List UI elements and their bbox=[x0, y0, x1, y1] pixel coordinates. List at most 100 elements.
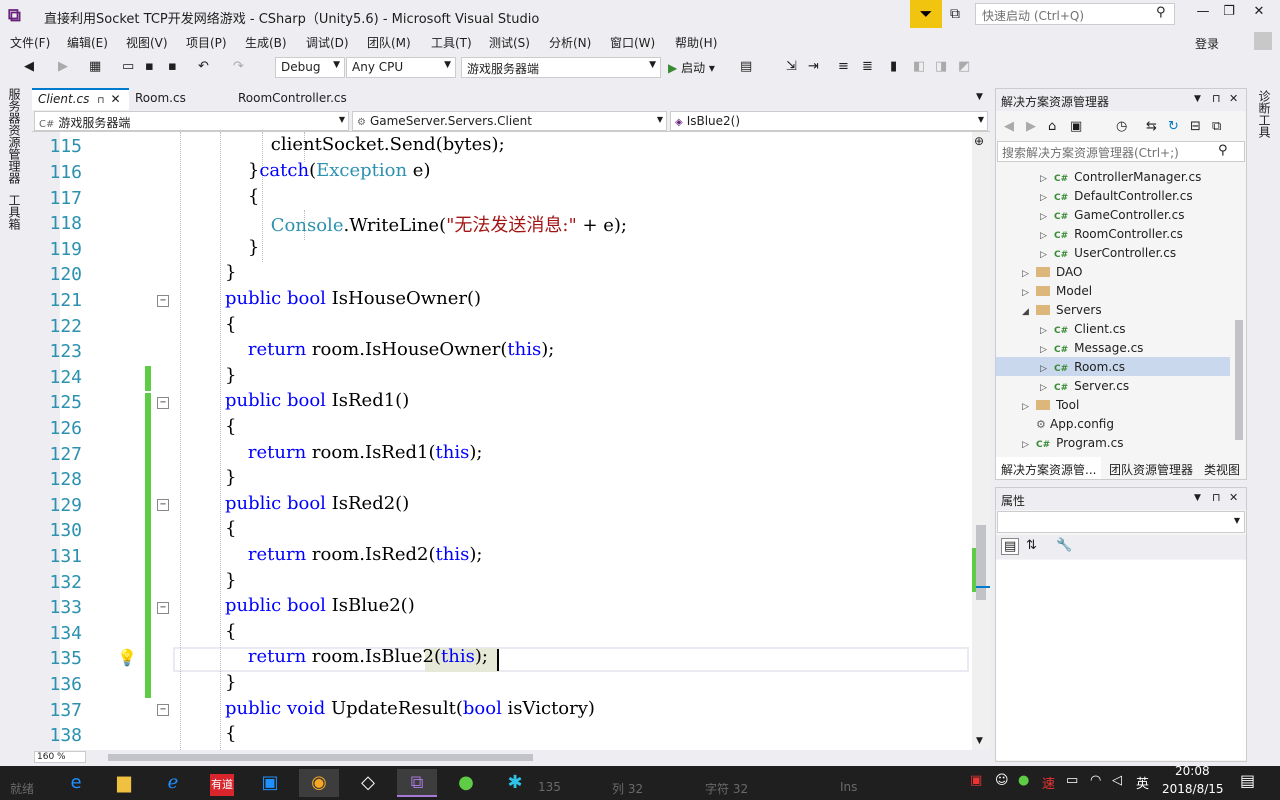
tray-speed-icon[interactable]: 速 bbox=[1042, 773, 1055, 792]
new-project-icon[interactable]: ▦ bbox=[89, 59, 101, 74]
property-pages-icon[interactable]: 🔧 bbox=[1056, 538, 1072, 553]
solution-explorer-search[interactable]: 搜索解决方案资源管理器(Ctrl+;) bbox=[997, 141, 1245, 162]
code-line[interactable]: public void UpdateResult(bool isVictory) bbox=[225, 698, 595, 719]
show-all-files-icon[interactable]: ⧉ bbox=[1212, 119, 1221, 134]
maximize-button[interactable]: ❐ bbox=[1214, 4, 1244, 19]
login-link[interactable]: 登录 bbox=[1195, 35, 1219, 52]
tab-team-explorer[interactable]: 团队资源管理器 bbox=[1104, 457, 1198, 479]
solution-config-select[interactable]: Debug ▼ bbox=[275, 57, 345, 78]
tab-class-view[interactable]: 类视图 bbox=[1199, 457, 1245, 479]
class-nav-select[interactable]: ⚙ GameServer.Servers.Client ▼ bbox=[352, 111, 667, 131]
tree-item-program[interactable]: ▷ C# Program.cs bbox=[1022, 434, 1123, 453]
action-center-icon[interactable]: ▤ bbox=[1240, 771, 1255, 790]
lightbulb-icon[interactable]: 💡 bbox=[117, 648, 137, 667]
store-icon[interactable]: ▣ bbox=[250, 769, 290, 797]
ime-indicator[interactable]: 英 bbox=[1136, 773, 1149, 792]
tray-app-icon[interactable]: ● bbox=[1018, 773, 1029, 788]
code-line[interactable]: public bool IsRed1() bbox=[225, 390, 409, 411]
menu-test[interactable]: 测试(S) bbox=[489, 34, 530, 51]
account-avatar[interactable] bbox=[1254, 32, 1272, 50]
sync-icon[interactable]: ⇆ bbox=[1146, 119, 1157, 134]
open-file-icon[interactable]: ▭ bbox=[122, 59, 134, 74]
unity-icon[interactable]: ◇ bbox=[348, 769, 388, 797]
startup-project-select[interactable]: 游戏服务器端 ▼ bbox=[461, 57, 661, 78]
code-line[interactable]: { bbox=[225, 314, 236, 335]
code-line[interactable]: { bbox=[225, 186, 259, 207]
menu-edit[interactable]: 编辑(E) bbox=[67, 34, 108, 51]
menu-team[interactable]: 团队(M) bbox=[367, 34, 411, 51]
undo-icon[interactable]: ↶ bbox=[198, 59, 209, 74]
comment-icon[interactable]: ≡ bbox=[838, 59, 849, 74]
tree-item-servers[interactable]: ◢ Servers bbox=[1022, 301, 1102, 320]
notification-filter-icon[interactable]: ⏷ bbox=[910, 0, 942, 28]
chrome-icon[interactable]: ◉ bbox=[299, 769, 339, 797]
pin-icon[interactable]: ⊓ bbox=[1212, 92, 1221, 105]
quick-launch-input[interactable]: 快速启动 (Ctrl+Q) bbox=[975, 3, 1175, 25]
code-line[interactable]: { bbox=[225, 723, 236, 744]
collapse-icon[interactable]: ◢ bbox=[1022, 303, 1036, 322]
collapse-toggle[interactable]: − bbox=[157, 499, 169, 511]
menu-tools[interactable]: 工具(T) bbox=[431, 34, 472, 51]
code-line[interactable]: } bbox=[225, 237, 259, 258]
code-line[interactable]: Console.WriteLine("无法发送消息:" + e); bbox=[225, 211, 627, 237]
tree-item-usercontroller[interactable]: ▷ C# UserController.cs bbox=[1040, 244, 1176, 263]
tree-item-model[interactable]: ▷ Model bbox=[1022, 282, 1092, 301]
menu-help[interactable]: 帮助(H) bbox=[675, 34, 717, 51]
split-icon[interactable]: ⊕ bbox=[974, 134, 984, 148]
server-explorer-tab[interactable]: 服务器资源管理器 bbox=[6, 88, 23, 184]
collapse-toggle[interactable]: − bbox=[157, 704, 169, 716]
code-line[interactable]: public bool IsHouseOwner() bbox=[225, 288, 481, 309]
battery-icon[interactable]: ▭ bbox=[1066, 773, 1078, 788]
wifi-icon[interactable]: ◠ bbox=[1090, 773, 1101, 788]
scroll-down-icon[interactable]: ▼ bbox=[976, 736, 983, 746]
tray-app-icon[interactable]: ▣ bbox=[970, 773, 982, 788]
code-line[interactable]: public bool IsRed2() bbox=[225, 493, 409, 514]
scrollbar-thumb[interactable] bbox=[976, 525, 986, 600]
volume-icon[interactable]: ◁ bbox=[1112, 773, 1122, 788]
code-line[interactable]: } bbox=[225, 570, 236, 591]
collapse-all-icon[interactable]: ⊟ bbox=[1190, 119, 1201, 134]
member-nav-select[interactable]: ◈ IsBlue2() ▼ bbox=[670, 111, 988, 131]
diagnostic-tools-tab[interactable]: 诊断工具 bbox=[1256, 90, 1273, 138]
forward-icon[interactable]: ▶ bbox=[58, 59, 68, 74]
tree-item-defaultcontroller[interactable]: ▷ C# DefaultController.cs bbox=[1040, 187, 1193, 206]
refresh-icon[interactable]: ↻ bbox=[1168, 119, 1179, 134]
menu-debug[interactable]: 调试(D) bbox=[306, 34, 349, 51]
home-icon[interactable]: ⌂ bbox=[1048, 119, 1056, 134]
pin-icon[interactable]: ⊓ bbox=[97, 96, 104, 106]
menu-build[interactable]: 生成(B) bbox=[245, 34, 287, 51]
expand-icon[interactable]: ▷ bbox=[1022, 436, 1036, 455]
code-line[interactable]: return room.IsHouseOwner(this); bbox=[225, 339, 554, 360]
blue-app-icon[interactable]: ✱ bbox=[495, 769, 535, 797]
code-line[interactable]: return room.IsRed1(this); bbox=[225, 442, 483, 463]
tab-solution-explorer[interactable]: 解决方案资源管... bbox=[996, 457, 1102, 479]
code-line[interactable]: { bbox=[225, 621, 236, 642]
forward-icon[interactable]: ▶ bbox=[1026, 119, 1036, 134]
alphabetical-icon[interactable]: ⇅ bbox=[1026, 538, 1037, 553]
menu-file[interactable]: 文件(F) bbox=[10, 34, 50, 51]
tab-client-cs[interactable]: Client.cs ⊓ ✕ bbox=[32, 88, 129, 110]
tab-roomcontroller-cs[interactable]: RoomController.cs bbox=[232, 88, 353, 110]
edge-icon[interactable]: e bbox=[56, 769, 96, 797]
step-into-icon[interactable]: ⇲ bbox=[786, 59, 797, 74]
clock-date[interactable]: 2018/8/15 bbox=[1162, 782, 1224, 796]
editor-vertical-scrollbar[interactable] bbox=[972, 132, 990, 750]
pin-icon[interactable]: ⊓ bbox=[1212, 491, 1221, 504]
feedback-icon[interactable]: ⧉ bbox=[950, 6, 960, 22]
close-icon[interactable]: ✕ bbox=[1229, 92, 1238, 105]
back-icon[interactable]: ◀ bbox=[24, 59, 34, 74]
menu-view[interactable]: 视图(V) bbox=[126, 34, 168, 51]
save-all-icon[interactable]: ▪ bbox=[168, 59, 177, 74]
step-over-icon[interactable]: ⇥ bbox=[808, 59, 819, 74]
chevron-down-icon[interactable]: ▼ bbox=[1194, 493, 1201, 503]
code-line[interactable]: }catch(Exception e) bbox=[225, 160, 431, 181]
tree-item-server[interactable]: ▷ C# Server.cs bbox=[1040, 377, 1129, 396]
bookmark-icon[interactable]: ▮ bbox=[890, 59, 897, 74]
close-button[interactable]: ✕ bbox=[1244, 4, 1274, 19]
tree-item-message[interactable]: ▷ C# Message.cs bbox=[1040, 339, 1143, 358]
categorized-icon[interactable]: ▤ bbox=[1001, 538, 1020, 555]
tab-overflow-icon[interactable]: ▼ bbox=[976, 92, 983, 102]
tree-item-controllermanager[interactable]: ▷ C# ControllerManager.cs bbox=[1040, 168, 1201, 187]
menu-analyze[interactable]: 分析(N) bbox=[549, 34, 591, 51]
collapse-toggle[interactable]: − bbox=[157, 602, 169, 614]
